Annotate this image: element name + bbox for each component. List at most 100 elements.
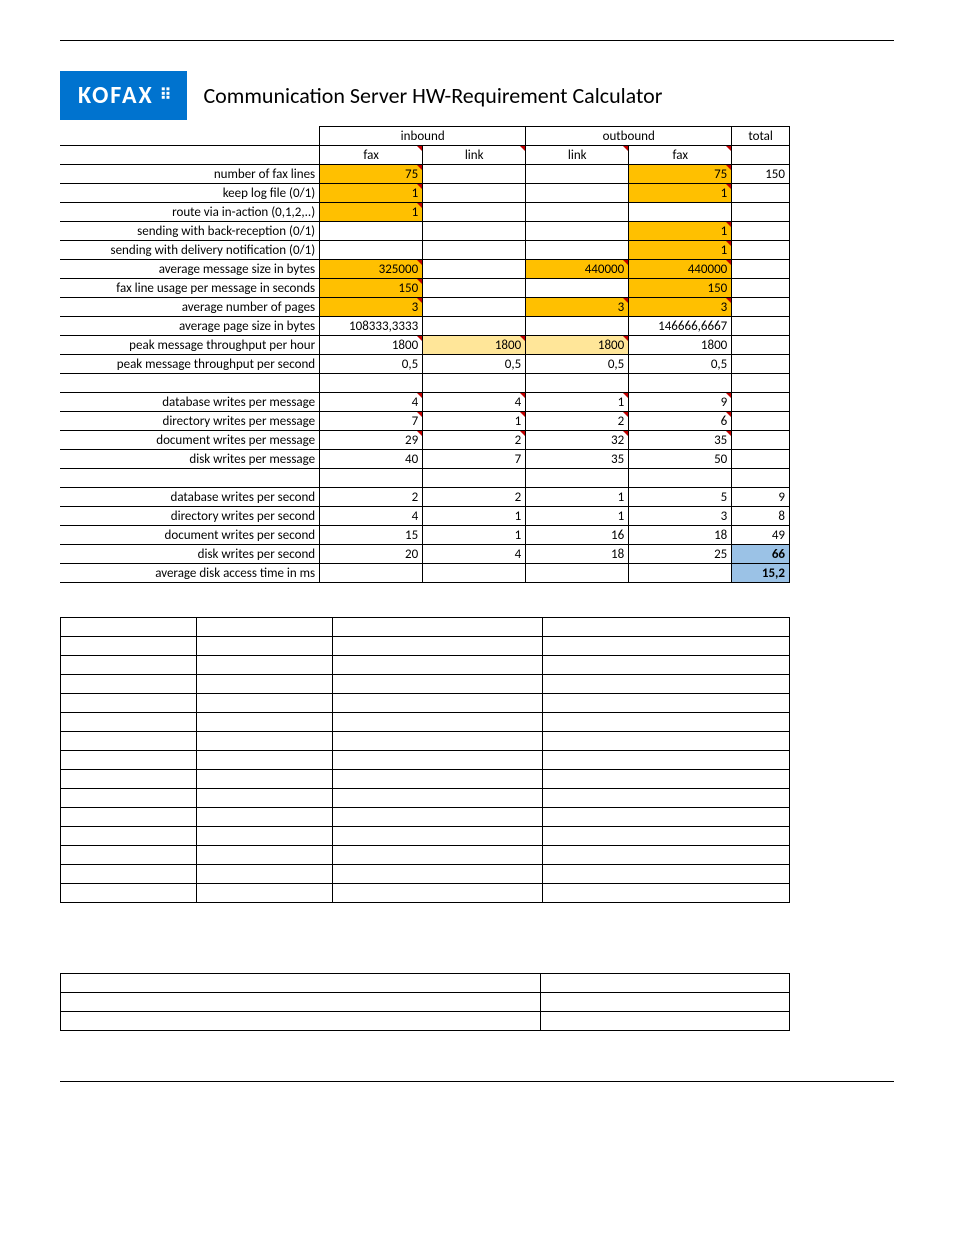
bottom-rule	[60, 1081, 894, 1082]
value-cell: 0,5	[629, 355, 732, 374]
col-inbound-link: link	[423, 146, 526, 165]
row-label: average page size in bytes	[60, 317, 320, 336]
spacer-row	[60, 374, 790, 393]
input-cell[interactable]: 75	[320, 165, 423, 184]
value-cell: 1	[423, 526, 526, 545]
total-cell: 49	[732, 526, 790, 545]
empty-cell	[526, 374, 629, 393]
calc-table: inbound outbound total fax link link fax…	[60, 126, 790, 583]
empty-cell	[629, 203, 732, 222]
empty-cell	[423, 260, 526, 279]
row-fax-lines: number of fax lines 75 75 150	[60, 165, 790, 184]
blank-cell	[60, 146, 320, 165]
row-avg-page-size: average page size in bytes 108333,3333 1…	[60, 317, 790, 336]
row-dir-writes-msg: directory writes per message 7 1 2 6	[60, 412, 790, 431]
empty-cell	[526, 317, 629, 336]
locked-cell[interactable]: 1800	[423, 336, 526, 355]
value-cell: 0,5	[423, 355, 526, 374]
empty-cell	[629, 374, 732, 393]
value-cell: 3	[629, 507, 732, 526]
header-inbound: inbound	[320, 127, 526, 146]
row-avg-pages: average number of pages 3 3 3	[60, 298, 790, 317]
empty-cell	[423, 374, 526, 393]
value-cell: 29	[320, 431, 423, 450]
input-cell[interactable]: 1	[629, 184, 732, 203]
input-cell[interactable]: 1	[629, 241, 732, 260]
value-cell: 2	[526, 412, 629, 431]
locked-cell[interactable]: 1800	[526, 336, 629, 355]
input-cell[interactable]: 75	[629, 165, 732, 184]
input-cell[interactable]: 325000	[320, 260, 423, 279]
empty-cell	[423, 184, 526, 203]
col-outbound-fax: fax	[629, 146, 732, 165]
input-cell[interactable]: 440000	[629, 260, 732, 279]
row-label: route via in-action (0,1,2,..)	[60, 203, 320, 222]
value-cell: 1800	[320, 336, 423, 355]
row-peak-msg-hour: peak message throughput per hour 1800 18…	[60, 336, 790, 355]
value-cell: 4	[423, 393, 526, 412]
empty-cell	[423, 279, 526, 298]
value-cell: 35	[629, 431, 732, 450]
row-label: database writes per message	[60, 393, 320, 412]
input-cell[interactable]: 3	[526, 298, 629, 317]
empty-cell	[732, 431, 790, 450]
input-cell[interactable]: 3	[320, 298, 423, 317]
empty-cell	[732, 241, 790, 260]
empty-cell	[732, 355, 790, 374]
row-label: document writes per message	[60, 431, 320, 450]
value-cell: 7	[320, 412, 423, 431]
input-cell[interactable]: 1	[320, 203, 423, 222]
empty-cell	[526, 184, 629, 203]
empty-cell	[526, 469, 629, 488]
input-cell[interactable]: 1	[629, 222, 732, 241]
empty-cell	[629, 469, 732, 488]
row-disk-writes-sec: disk writes per second 20 4 18 25 66	[60, 545, 790, 564]
empty-cell	[732, 393, 790, 412]
logo-title-row: KOFAX ⠿ Communication Server HW-Requirem…	[60, 71, 894, 120]
empty-cell	[526, 279, 629, 298]
input-cell[interactable]: 150	[629, 279, 732, 298]
row-avg-msg-size: average message size in bytes 325000 440…	[60, 260, 790, 279]
row-db-writes-msg: database writes per message 4 4 1 9	[60, 393, 790, 412]
row-label: average message size in bytes	[60, 260, 320, 279]
row-label: database writes per second	[60, 488, 320, 507]
row-label: fax line usage per message in seconds	[60, 279, 320, 298]
empty-cell	[732, 222, 790, 241]
row-label: average number of pages	[60, 298, 320, 317]
blank-table-1	[60, 617, 790, 903]
empty-cell	[320, 564, 423, 583]
value-cell: 0,5	[526, 355, 629, 374]
value-cell: 4	[320, 393, 423, 412]
value-cell: 146666,6667	[629, 317, 732, 336]
empty-cell	[423, 298, 526, 317]
empty-cell	[732, 469, 790, 488]
empty-cell	[320, 469, 423, 488]
logo-dots-icon: ⠿	[160, 91, 170, 101]
input-cell[interactable]: 440000	[526, 260, 629, 279]
input-cell[interactable]: 1	[320, 184, 423, 203]
value-cell: 20	[320, 545, 423, 564]
row-label: keep log file (0/1)	[60, 184, 320, 203]
empty-cell	[732, 317, 790, 336]
value-cell: 1800	[629, 336, 732, 355]
input-cell[interactable]: 150	[320, 279, 423, 298]
empty-cell	[526, 165, 629, 184]
value-cell: 5	[629, 488, 732, 507]
result-cell: 15,2	[732, 564, 790, 583]
value-cell: 32	[526, 431, 629, 450]
empty-cell	[60, 374, 320, 393]
row-label: directory writes per second	[60, 507, 320, 526]
empty-cell	[320, 374, 423, 393]
value-cell: 7	[423, 450, 526, 469]
row-doc-writes-msg: document writes per message 29 2 32 35	[60, 431, 790, 450]
empty-cell	[732, 298, 790, 317]
value-cell: 0,5	[320, 355, 423, 374]
value-cell: 16	[526, 526, 629, 545]
empty-cell	[526, 222, 629, 241]
empty-cell	[423, 165, 526, 184]
empty-cell	[732, 184, 790, 203]
total-cell: 150	[732, 165, 790, 184]
input-cell[interactable]: 3	[629, 298, 732, 317]
row-label: sending with delivery notification (0/1)	[60, 241, 320, 260]
row-peak-msg-sec: peak message throughput per second 0,5 0…	[60, 355, 790, 374]
